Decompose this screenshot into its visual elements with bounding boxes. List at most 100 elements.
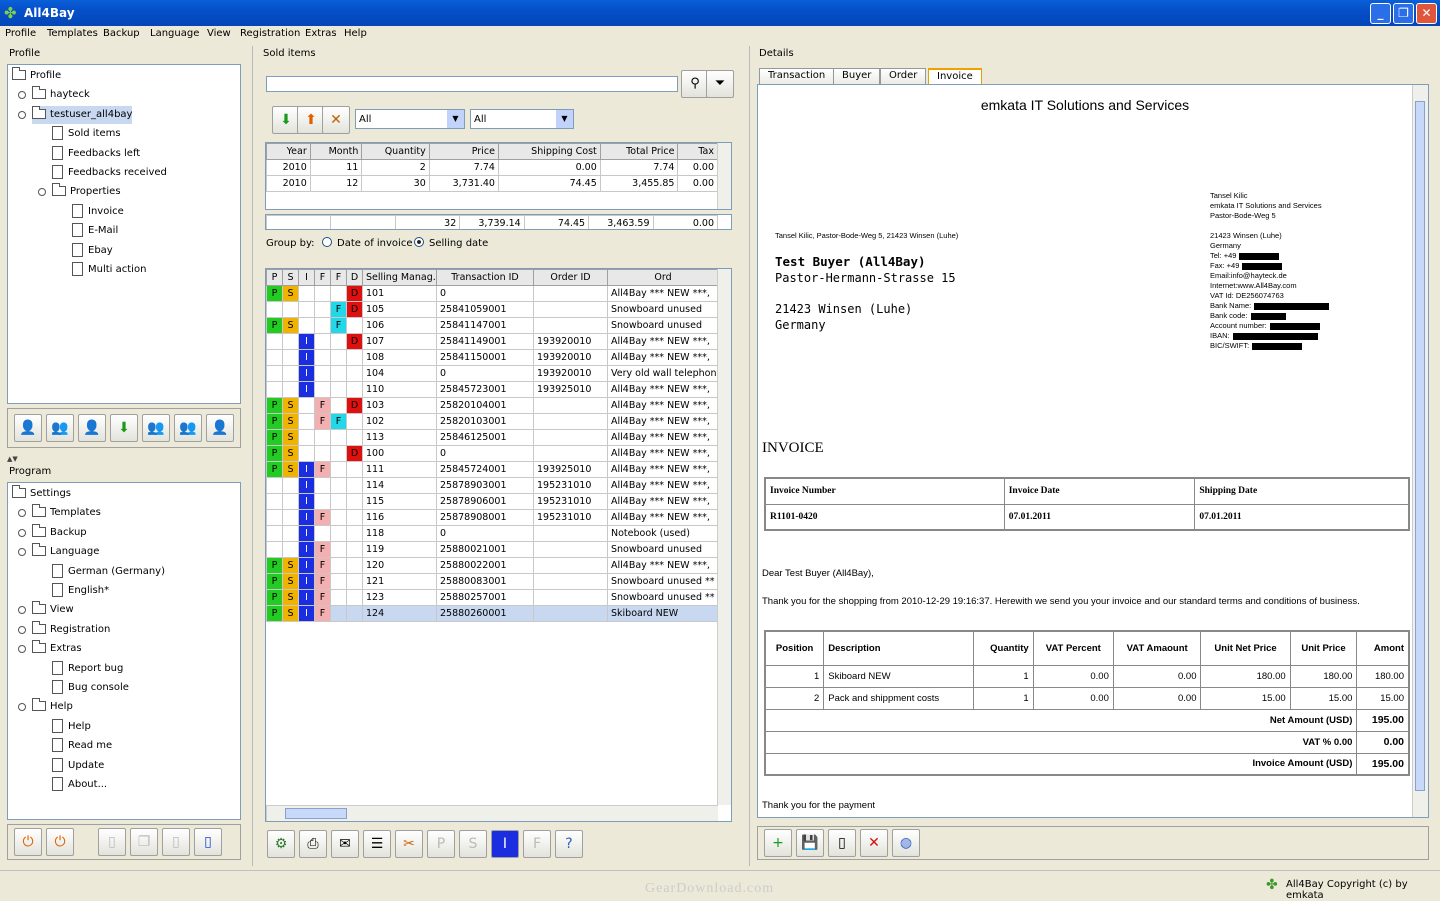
items-column-header[interactable]: Selling Manag... bbox=[362, 269, 437, 286]
expand-toggle-icon[interactable] bbox=[18, 625, 26, 634]
new-file-icon[interactable]: ▯ bbox=[98, 828, 126, 856]
tree-item[interactable]: Update bbox=[52, 757, 104, 775]
table-row[interactable]: P S F 106 25841147001 Snowboard unused bbox=[266, 317, 719, 334]
close-button[interactable]: ✕ bbox=[1416, 3, 1437, 24]
arrow-down-icon[interactable]: ⬇ bbox=[272, 106, 300, 134]
radio-date-of-invoice[interactable] bbox=[322, 237, 332, 247]
expand-toggle-icon[interactable] bbox=[18, 606, 26, 615]
items-horizontal-scrollbar[interactable] bbox=[266, 805, 718, 821]
tree-item[interactable]: German (Germany) bbox=[52, 563, 165, 581]
add-user-icon[interactable]: 👤 bbox=[14, 414, 42, 442]
table-row[interactable]: I 110 25845723001 193925010 All4Bay *** NEW … bbox=[266, 381, 719, 398]
chevron-down-icon[interactable]: ▼ bbox=[556, 110, 573, 128]
scroll-thumb[interactable] bbox=[285, 808, 347, 819]
expand-toggle-icon[interactable] bbox=[18, 528, 26, 537]
tree-item[interactable]: Backup bbox=[32, 523, 87, 542]
edit-user-icon[interactable]: 👤 bbox=[78, 414, 106, 442]
radio-selling-date[interactable] bbox=[414, 237, 424, 247]
items-vertical-scrollbar[interactable] bbox=[717, 269, 731, 805]
tools-icon[interactable]: ✂ bbox=[395, 830, 423, 858]
table-row[interactable]: I 104 0 193920010 Very old wall telephone bbox=[266, 365, 719, 382]
print-icon[interactable]: ⎙ bbox=[299, 830, 327, 858]
tree-item[interactable]: Templates bbox=[32, 504, 101, 522]
table-row[interactable]: P S I F 123 25880257001 Snowboard unused ** bbox=[266, 589, 719, 606]
table-row[interactable]: I 118 0 Notebook (used) bbox=[266, 525, 719, 542]
splitter-arrows-icon[interactable]: ▲▼ bbox=[7, 456, 25, 463]
search-input[interactable] bbox=[266, 76, 678, 92]
table-row[interactable]: I 108 25841150001 193920010 All4Bay *** NEW … bbox=[266, 349, 719, 366]
table-row[interactable]: I F 116 25878908001 195231010 All4Bay *** NEW… bbox=[266, 509, 719, 526]
tab-transaction[interactable]: Transaction bbox=[759, 68, 835, 84]
tab-invoice[interactable]: Invoice bbox=[928, 68, 982, 84]
menu-profile[interactable]: Profile bbox=[5, 28, 36, 39]
tree-item[interactable]: testuser_all4bay bbox=[32, 105, 133, 124]
help-users-icon[interactable]: ? bbox=[555, 830, 583, 858]
tree-item[interactable]: English* bbox=[52, 582, 109, 600]
menu-view[interactable]: View bbox=[207, 28, 231, 39]
tree-item[interactable]: Settings bbox=[12, 485, 71, 503]
summary-column-header[interactable]: Tax bbox=[677, 143, 718, 160]
items-column-header[interactable]: D bbox=[346, 269, 363, 286]
filter-funnel-icon[interactable]: ⏷ bbox=[706, 70, 734, 98]
tree-item[interactable]: View bbox=[32, 601, 74, 619]
summary-column-header[interactable]: Shipping Cost bbox=[497, 143, 601, 160]
table-row[interactable]: I 114 25878903001 195231010 All4Bay *** NEW … bbox=[266, 477, 719, 494]
summary-column-header[interactable]: Price bbox=[428, 143, 499, 160]
table-row[interactable]: P S I F 121 25880083001 Snowboard unused ** bbox=[266, 573, 719, 590]
expand-toggle-icon[interactable] bbox=[18, 509, 26, 518]
items-column-header[interactable]: Order ID bbox=[533, 269, 608, 286]
program-tree[interactable]: Settings Templates Backup Language German (G… bbox=[7, 482, 241, 820]
invoice-list-icon[interactable]: ☰ bbox=[363, 830, 391, 858]
table-row[interactable]: P S I F 111 25845724001 193925010 All4Bay *** N… bbox=[266, 461, 719, 478]
delete-page-icon[interactable]: ✕ bbox=[860, 829, 888, 857]
tree-item[interactable]: Extras bbox=[32, 640, 82, 658]
scroll-thumb[interactable] bbox=[1415, 101, 1425, 791]
restore-button[interactable]: ❐ bbox=[1393, 3, 1414, 24]
table-row[interactable]: P S 113 25846125001 All4Bay *** NEW ***, bbox=[266, 429, 719, 446]
tree-item[interactable]: Properties bbox=[52, 183, 121, 201]
menu-extras[interactable]: Extras bbox=[305, 28, 337, 39]
summary-column-header[interactable]: Total Price bbox=[599, 143, 679, 160]
tab-order[interactable]: Order bbox=[880, 68, 927, 84]
filter-select-1[interactable]: All ▼ bbox=[355, 109, 465, 129]
tree-item[interactable]: Bug console bbox=[52, 679, 129, 697]
expand-toggle-icon[interactable] bbox=[18, 548, 26, 557]
table-row[interactable]: F D 105 25841059001 Snowboard unused bbox=[266, 301, 719, 318]
import-file-icon[interactable]: ▯ bbox=[194, 828, 222, 856]
items-column-header[interactable]: F bbox=[330, 269, 347, 286]
arrow-up-icon[interactable]: ⬆ bbox=[297, 106, 325, 134]
menu-help[interactable]: Help bbox=[344, 28, 367, 39]
table-row[interactable]: P S D 101 0 All4Bay *** NEW ***, bbox=[266, 285, 719, 302]
binoculars-search-icon[interactable]: ⚲ bbox=[681, 70, 709, 98]
delete-file-icon[interactable]: ▯ bbox=[162, 828, 190, 856]
save-icon[interactable]: 💾 bbox=[796, 829, 824, 857]
items-column-header[interactable]: Transaction ID bbox=[436, 269, 534, 286]
filter-select-2[interactable]: All ▼ bbox=[470, 109, 574, 129]
summary-row[interactable]: 2010 12 30 3,731.40 74.45 3,455.85 0.00 bbox=[266, 175, 718, 192]
tree-item[interactable]: About... bbox=[52, 776, 107, 794]
summary-scrollbar[interactable] bbox=[717, 143, 731, 209]
user-group-icon[interactable]: 👥 bbox=[142, 414, 170, 442]
items-column-header[interactable]: S bbox=[282, 269, 299, 286]
items-column-header[interactable]: I bbox=[298, 269, 315, 286]
tree-item[interactable]: Report bug bbox=[52, 660, 123, 678]
mail-icon[interactable]: ✉ bbox=[331, 830, 359, 858]
expand-toggle-icon[interactable] bbox=[18, 645, 26, 654]
table-row[interactable]: P S I F 120 25880022001 All4Bay *** NEW ***, bbox=[266, 557, 719, 574]
table-row[interactable]: I D 107 25841149001 193920010 All4Bay *** NEW… bbox=[266, 333, 719, 350]
menu-language[interactable]: Language bbox=[150, 28, 199, 39]
new-invoice-icon[interactable]: + bbox=[764, 829, 792, 857]
table-row[interactable]: I 115 25878906001 195231010 All4Bay *** NEW … bbox=[266, 493, 719, 510]
tree-item[interactable]: hayteck bbox=[32, 86, 90, 104]
tree-item[interactable]: Help bbox=[52, 718, 91, 736]
tree-item[interactable]: Registration bbox=[32, 620, 110, 639]
tree-item[interactable]: Profile bbox=[12, 67, 61, 85]
table-row[interactable]: I F 119 25880021001 Snowboard unused bbox=[266, 541, 719, 558]
menu-registration[interactable]: Registration bbox=[240, 28, 300, 39]
expand-toggle-icon[interactable] bbox=[18, 703, 26, 712]
table-row[interactable]: P S D 100 0 All4Bay *** NEW ***, bbox=[266, 445, 719, 462]
menu-templates[interactable]: Templates bbox=[47, 28, 98, 39]
globe-icon[interactable]: ◍ bbox=[892, 829, 920, 857]
summary-column-header[interactable]: Quantity bbox=[361, 143, 430, 160]
table-row[interactable]: P S F F 102 25820103001 All4Bay *** NEW ***, bbox=[266, 413, 719, 430]
